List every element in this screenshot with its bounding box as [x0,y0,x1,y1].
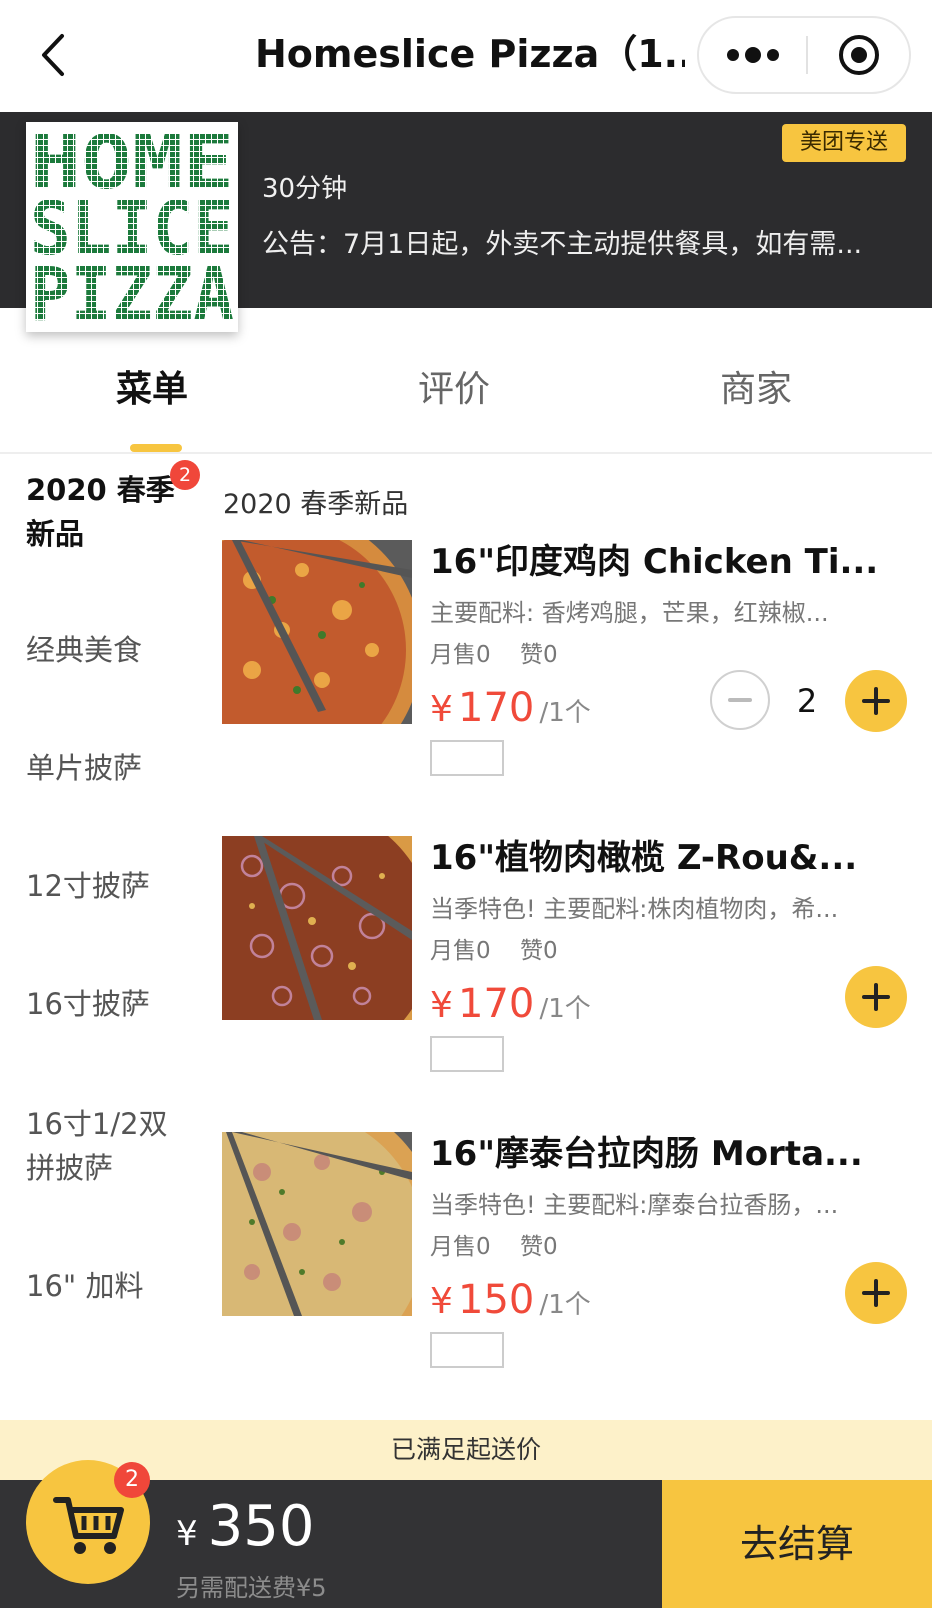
product-description: 主要配料: 香烤鸡腿，芒果，红辣椒... [430,599,829,627]
top-nav-bar: Homeslice Pizza（1... [0,0,932,112]
price-unit: /1个 [539,994,591,1024]
price-unit: /1个 [539,698,591,728]
product-name: 16"印度鸡肉 Chicken Ti... [430,542,879,582]
product-item[interactable]: 16"植物肉橄榄 Z-Rou&... 当季特色! 主要配料:株肉植物肉，希...… [222,836,912,1096]
close-mini-program-button[interactable] [809,18,909,92]
delivery-fee-note: 另需配送费¥5 [176,1574,327,1602]
price-currency: ¥ [430,1281,453,1322]
product-item[interactable]: 16"印度鸡肉 Chicken Ti... 主要配料: 香烤鸡腿，芒果，红辣椒.… [222,540,912,800]
category-12-inch[interactable]: 12寸披萨 [26,864,186,908]
product-description: 当季特色! 主要配料:株肉植物肉，希... [430,895,839,923]
product-name: 16"摩泰台拉肉肠 Morta... [430,1134,863,1174]
capsule-divider [806,36,808,74]
add-to-cart-button[interactable] [845,966,907,1028]
product-description: 当季特色! 主要配料:摩泰台拉香肠，... [430,1191,839,1219]
quantity-value: 2 [796,682,818,720]
price-unit: /1个 [539,1290,591,1320]
pizza-image-icon [222,540,412,724]
product-stats: 月售0 赞0 [430,934,580,968]
checkout-button[interactable]: 去结算 [662,1480,932,1608]
tab-merchant[interactable]: 商家 [720,360,792,420]
product-label-box [430,1332,504,1368]
category-single-slice[interactable]: 单片披萨 [26,746,186,790]
product-price: ¥ 170 /1个 [430,680,591,744]
product-price: ¥ 150 /1个 [430,1272,591,1336]
target-circle-icon [839,35,879,75]
more-button[interactable] [699,18,805,92]
mini-program-capsule [697,16,911,94]
shop-logo: HOME SLICE PIZZA [26,122,238,332]
decrease-quantity-button[interactable] [710,670,770,730]
price-value: 170 [458,981,535,1027]
back-button[interactable] [30,30,80,80]
cart-count-badge: 2 [114,1462,150,1498]
likes-count: 赞0 [519,938,558,964]
category-spring-new[interactable]: 2020 春季新品 [26,468,186,556]
pizza-image-icon [222,836,412,1020]
plus-icon [862,1279,890,1307]
homeslice-logo-icon: HOME SLICE PIZZA [26,122,238,332]
category-16-inch-half-half[interactable]: 16寸1/2双拼披萨 [26,1102,186,1190]
delivery-service-tag: 美团专送 [782,124,906,162]
total-value: 350 [207,1494,315,1559]
delivery-time: 30分钟 [262,174,348,204]
monthly-sales: 月售0 [430,938,491,964]
add-to-cart-button[interactable] [845,1262,907,1324]
monthly-sales: 月售0 [430,642,491,668]
product-image[interactable] [222,1132,412,1316]
product-image[interactable] [222,540,412,724]
plus-icon [862,687,890,715]
shop-notice[interactable]: 公告：7月1日起，外卖不主动提供餐具，如有需... [262,222,922,261]
likes-count: 赞0 [519,642,558,668]
product-stats: 月售0 赞0 [430,638,580,672]
minus-icon [728,698,752,702]
monthly-sales: 月售0 [430,1234,491,1260]
product-stats: 月售0 赞0 [430,1230,580,1264]
add-to-cart-button[interactable] [845,670,907,732]
likes-count: 赞0 [519,1234,558,1260]
tab-menu[interactable]: 菜单 [116,360,188,420]
product-image[interactable] [222,836,412,1020]
product-label-box [430,1036,504,1072]
price-value: 150 [458,1277,535,1323]
svg-text:PIZZA: PIZZA [30,252,234,332]
plus-icon [862,983,890,1011]
tab-reviews[interactable]: 评价 [418,360,490,420]
total-currency: ¥ [176,1514,198,1554]
page-title: Homeslice Pizza（1... [255,32,685,76]
product-label-box [430,740,504,776]
active-tab-indicator [130,444,182,452]
category-16-inch[interactable]: 16寸披萨 [26,982,186,1026]
price-currency: ¥ [430,985,453,1026]
chevron-left-icon [42,34,64,76]
cart-total: ¥350 [176,1494,315,1559]
category-16-inch-toppings[interactable]: 16" 加料 [26,1264,186,1308]
tab-bar: 菜单 评价 商家 [0,348,932,454]
product-item[interactable]: 16"摩泰台拉肉肠 Morta... 当季特色! 主要配料:摩泰台拉香肠，...… [222,1132,912,1392]
page: Homeslice Pizza（1... HOME SLICE PIZZA 美团… [0,0,932,1608]
product-name: 16"植物肉橄榄 Z-Rou&... [430,838,858,878]
price-currency: ¥ [430,689,453,730]
section-title: 2020 春季新品 [223,489,409,520]
category-badge: 2 [170,460,200,490]
pizza-image-icon [222,1132,412,1316]
more-dots-icon [727,47,779,63]
product-price: ¥ 170 /1个 [430,976,591,1040]
price-value: 170 [458,685,535,731]
category-classic[interactable]: 经典美食 [26,628,186,672]
